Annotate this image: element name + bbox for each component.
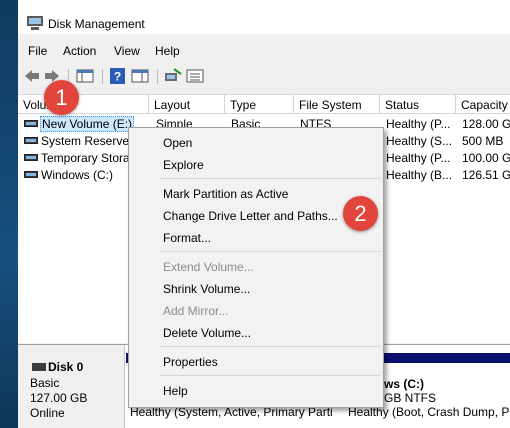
list-view-icon[interactable] [186,68,204,84]
callout-step-2: 2 [343,196,378,231]
menu-extend-volume: Extend Volume... [163,260,254,274]
disk-0-label[interactable]: Disk 0 Basic 127.00 GB Online [18,345,125,428]
disk-icon [32,363,46,371]
volume-icon [24,154,38,161]
connect-icon[interactable] [164,68,182,84]
volume-icon [24,137,38,144]
menu-action[interactable]: Action [63,44,96,58]
title-bar: Disk Management [18,0,510,34]
toolbar-separator [102,69,103,84]
menu-add-mirror: Add Mirror... [163,304,229,318]
column-layout[interactable]: Layout [149,95,225,114]
volume-status: Healthy (P... [386,117,451,131]
volume-status: Healthy (B... [386,168,453,182]
volume-icon [24,120,38,127]
volume-status: Healthy (S... [386,134,453,148]
disk-kind: Basic [30,376,60,390]
help-icon[interactable]: ? [110,68,125,84]
windows-partition-name[interactable]: ws (C:) [384,377,424,391]
menu-shrink-volume[interactable]: Shrink Volume... [163,282,250,296]
window-title: Disk Management [48,17,145,31]
menu-change-drive-letter[interactable]: Change Drive Letter and Paths... [163,209,338,223]
menu-open[interactable]: Open [163,136,192,150]
volume-status: Healthy (P... [386,151,451,165]
desktop-background [0,0,18,428]
disk-state: Online [30,406,65,420]
callout-step-1: 1 [44,80,79,115]
volume-capacity: 100.00 GB [462,151,510,165]
column-volume[interactable]: Volume [18,95,149,114]
properties-icon[interactable] [131,68,149,84]
volume-icon [24,171,38,178]
toolbar-separator [157,69,158,84]
menu-properties[interactable]: Properties [163,355,218,369]
toolbar: ? [18,63,510,88]
disk-size: 127.00 GB [30,391,88,405]
windows-partition-size: GB NTFS [384,391,437,405]
menu-separator [159,346,381,347]
column-status[interactable]: Status [380,95,456,114]
column-file-system[interactable]: File System [294,95,380,114]
back-arrow-icon[interactable] [24,68,40,84]
menu-help[interactable]: Help [155,44,180,58]
column-capacity[interactable]: Capacity [456,95,510,114]
menu-help-item[interactable]: Help [163,384,188,398]
volume-capacity: 128.00 GB [462,117,510,131]
volume-capacity: 126.51 GB [462,168,510,182]
menu-view[interactable]: View [114,44,140,58]
disk-name: Disk 0 [48,360,84,374]
menu-mark-active[interactable]: Mark Partition as Active [163,187,288,201]
volume-name: Temporary Stora [41,151,129,165]
volume-name: System Reserved [41,134,131,148]
volume-name: Windows (C:) [41,168,114,182]
menu-delete-volume[interactable]: Delete Volume... [163,326,251,340]
disk-management-icon [27,16,43,30]
context-menu: Open Explore Mark Partition as Active Ch… [128,127,384,408]
svg-text:?: ? [114,70,121,84]
menu-separator [159,251,381,252]
volume-name: New Volume (E:) [40,116,135,132]
volume-capacity: 500 MB [462,134,504,148]
menu-file[interactable]: File [28,44,47,58]
menu-separator [159,375,381,376]
menu-explore[interactable]: Explore [163,158,204,172]
menu-format[interactable]: Format... [163,231,211,245]
menu-separator [159,178,381,179]
column-type[interactable]: Type [225,95,294,114]
console-tree-icon[interactable] [76,68,94,84]
